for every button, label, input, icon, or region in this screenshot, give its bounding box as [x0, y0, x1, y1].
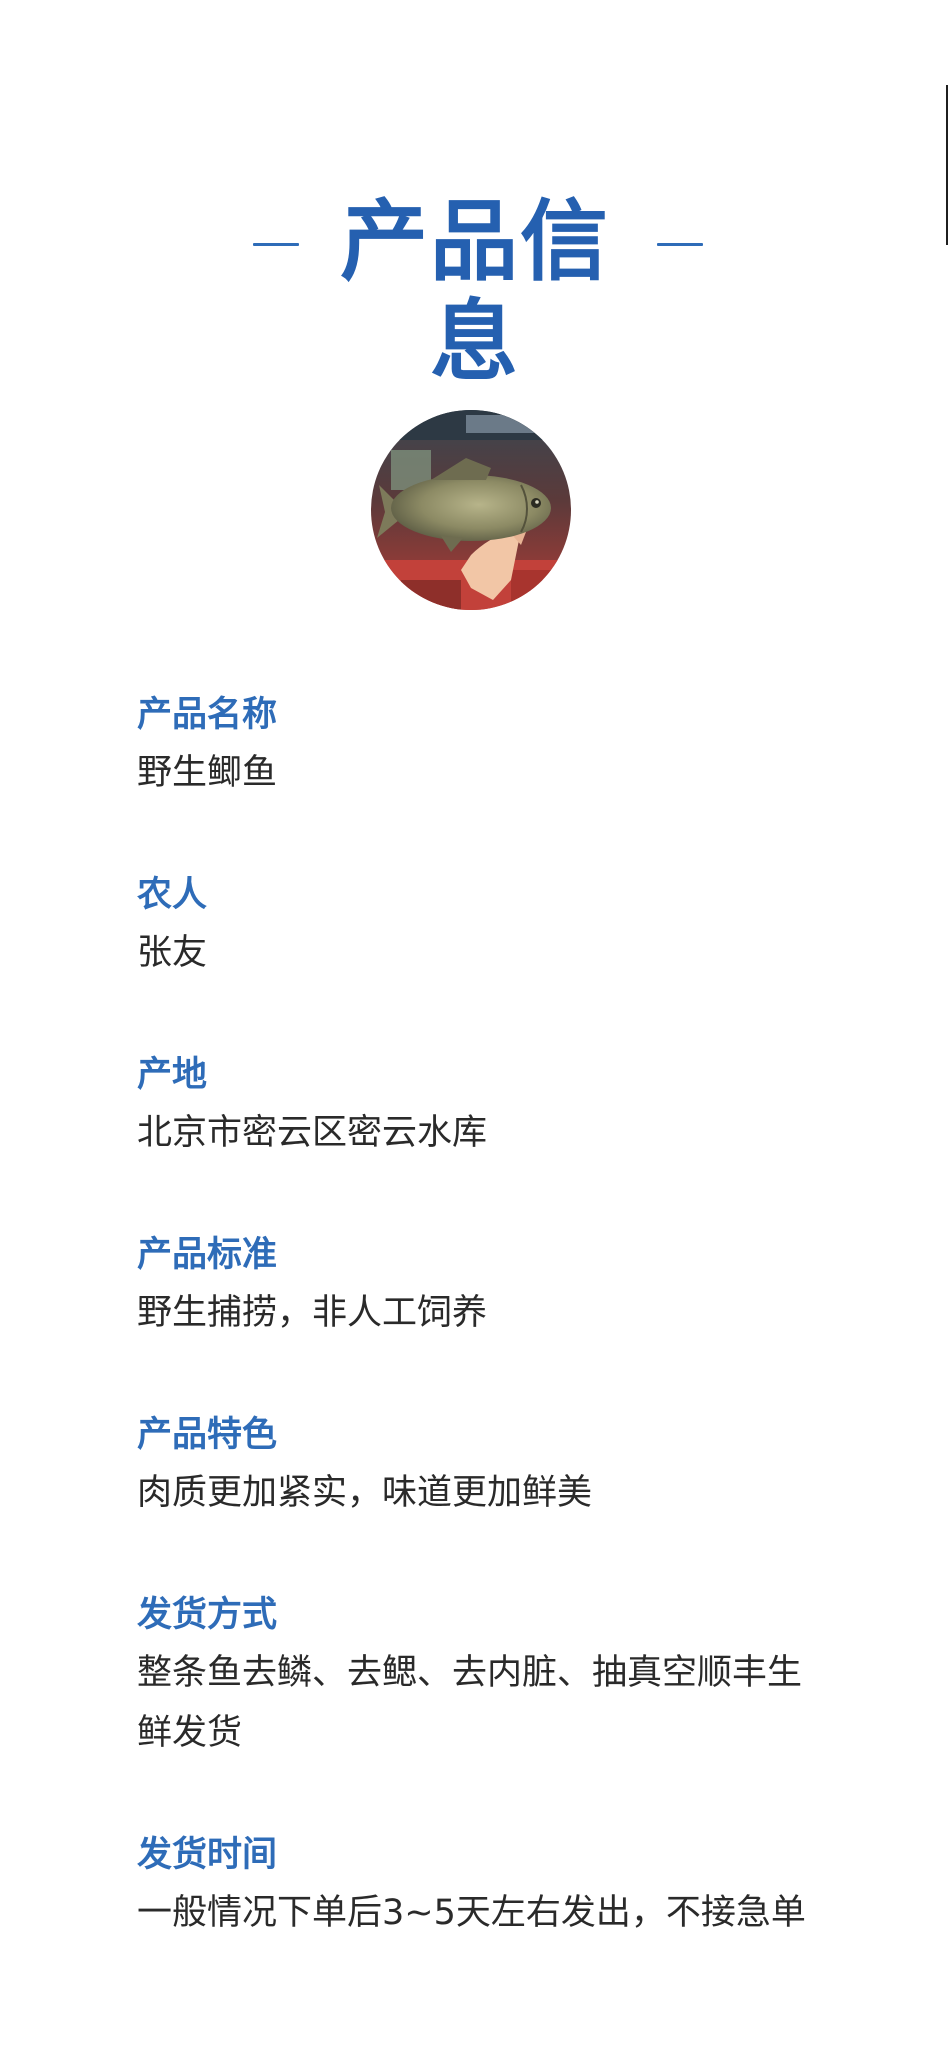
info-item-origin: 产地 北京市密云区密云水库 [137, 1050, 817, 1163]
info-label: 产品特色 [137, 1415, 278, 1455]
info-label: 发货时间 [137, 1835, 278, 1875]
info-value: 整条鱼去鳞、去鳃、去内脏、抽真空顺丰生鲜发货 [137, 1653, 803, 1753]
title-dash-left [253, 243, 299, 246]
info-item-feature: 产品特色 肉质更加紧实，味道更加鲜美 [137, 1410, 817, 1523]
title-dash-right [657, 243, 703, 246]
info-item-farmer: 农人 张友 [137, 870, 817, 983]
info-item-shipping-method: 发货方式 整条鱼去鳞、去鳃、去内脏、抽真空顺丰生鲜发货 [137, 1590, 817, 1763]
product-info-list: 产品名称 野生鲫鱼 农人 张友 产地 北京市密云区密云水库 产品标准 野生捕捞，… [137, 690, 817, 1943]
info-value: 张友 [137, 933, 208, 973]
info-value: 肉质更加紧实，味道更加鲜美 [137, 1473, 593, 1513]
fish-photo-icon [371, 410, 571, 610]
info-item-name: 产品名称 野生鲫鱼 [137, 690, 817, 803]
info-label: 农人 [137, 875, 208, 915]
info-value: 野生鲫鱼 [137, 753, 278, 793]
product-photo [371, 410, 571, 610]
info-value: 北京市密云区密云水库 [137, 1113, 488, 1153]
section-header: 产品信息 [0, 190, 950, 392]
info-label: 产品标准 [137, 1235, 278, 1275]
info-label: 产地 [137, 1055, 208, 1095]
info-value: 一般情况下单后3~5天左右发出，不接急单 [137, 1893, 806, 1933]
info-label: 产品名称 [137, 695, 278, 735]
info-label: 发货方式 [137, 1595, 278, 1635]
info-item-standard: 产品标准 野生捕捞，非人工饲养 [137, 1230, 817, 1343]
info-value: 野生捕捞，非人工饲养 [137, 1293, 488, 1333]
page-title: 产品信息 [339, 190, 610, 393]
info-item-shipping-time: 发货时间 一般情况下单后3~5天左右发出，不接急单 [137, 1830, 817, 1943]
